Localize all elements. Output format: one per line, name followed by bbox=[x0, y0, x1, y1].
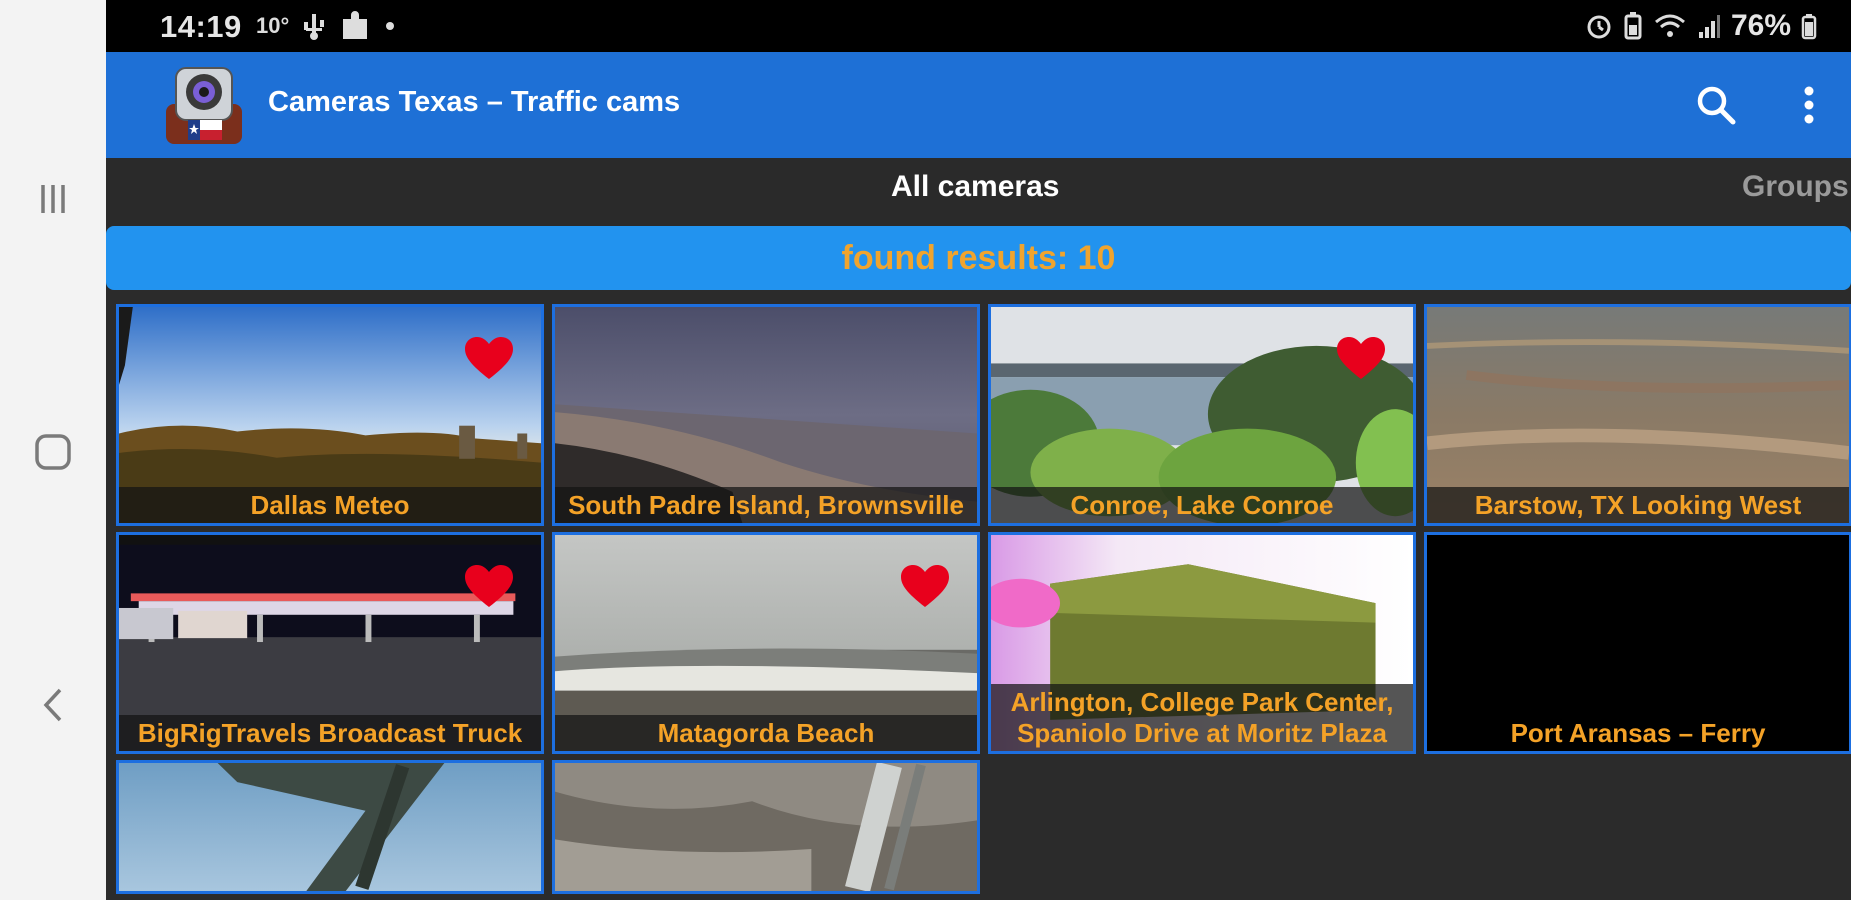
tab-groups[interactable]: Groups bbox=[1742, 170, 1849, 204]
battery-percent: 76% bbox=[1730, 9, 1791, 42]
search-icon bbox=[1697, 86, 1736, 125]
camera-label: BigRigTravels Broadcast Truck bbox=[119, 715, 541, 751]
camera-label: Arlington, College Park Center, Spaniolo… bbox=[991, 684, 1413, 751]
phone-screen: 14:19 10° 76% Cameras Texas – Traffic ca… bbox=[106, 0, 1851, 900]
camera-tile-9[interactable] bbox=[116, 760, 544, 894]
results-bar: found results: 10 bbox=[106, 226, 1851, 290]
camera-label: Port Aransas – Ferry bbox=[1510, 718, 1766, 748]
app-bar: Cameras Texas – Traffic cams bbox=[106, 52, 1851, 158]
system-navigation-bar bbox=[0, 0, 106, 900]
battery-saver-icon bbox=[1624, 12, 1642, 40]
status-left-icons: 10° bbox=[256, 10, 395, 42]
camera-label: South Padre Island, Brownsville bbox=[555, 487, 977, 523]
camera-tile-bigrigtravels[interactable]: BigRigTravels Broadcast Truck bbox=[116, 532, 544, 754]
favorite-heart-icon[interactable] bbox=[1337, 337, 1385, 381]
status-bar: 14:19 10° 76% bbox=[106, 0, 1851, 52]
camera-tile-matagorda-beach[interactable]: Matagorda Beach bbox=[552, 532, 980, 754]
usb-icon bbox=[304, 14, 325, 40]
home-icon[interactable] bbox=[28, 427, 78, 477]
tab-bar: All cameras Groups bbox=[106, 158, 1851, 226]
camera-tile-arlington[interactable]: Arlington, College Park Center, Spaniolo… bbox=[988, 532, 1416, 754]
search-button[interactable] bbox=[1688, 77, 1744, 133]
camera-label: Barstow, TX Looking West bbox=[1427, 487, 1849, 523]
favorite-heart-icon[interactable] bbox=[901, 565, 949, 609]
status-temperature: 10° bbox=[256, 13, 290, 38]
camera-tile-south-padre-island[interactable]: South Padre Island, Brownsville bbox=[552, 304, 980, 526]
back-icon[interactable] bbox=[28, 680, 78, 730]
battery-icon bbox=[1801, 14, 1817, 40]
recent-apps-icon[interactable] bbox=[28, 174, 78, 224]
camera-label: Conroe, Lake Conroe bbox=[991, 487, 1413, 523]
camera-tile-10[interactable] bbox=[552, 760, 980, 894]
camera-thumbnail bbox=[119, 763, 541, 891]
tab-all-cameras[interactable]: All cameras bbox=[891, 170, 1059, 204]
puzzle-icon bbox=[343, 11, 368, 39]
dot-icon bbox=[386, 22, 395, 30]
wifi-icon bbox=[1654, 14, 1685, 37]
camera-tile-barstow[interactable]: Barstow, TX Looking West bbox=[1424, 304, 1851, 526]
alarm-icon bbox=[1587, 15, 1611, 39]
more-vert-icon bbox=[1804, 86, 1814, 124]
favorite-heart-icon[interactable] bbox=[465, 337, 513, 381]
status-right-icons: 76% bbox=[1585, 9, 1817, 42]
overflow-menu-button[interactable] bbox=[1781, 77, 1837, 133]
signal-icon bbox=[1698, 15, 1720, 38]
camera-thumbnail bbox=[555, 763, 977, 891]
favorite-heart-icon[interactable] bbox=[465, 565, 513, 609]
app-title: Cameras Texas – Traffic cams bbox=[268, 86, 681, 118]
camera-label: Matagorda Beach bbox=[555, 715, 977, 751]
status-time: 14:19 bbox=[160, 9, 242, 44]
camera-logo-icon[interactable] bbox=[164, 64, 244, 146]
camera-label: Dallas Meteo bbox=[119, 487, 541, 523]
camera-tile-dallas-meteo[interactable]: Dallas Meteo bbox=[116, 304, 544, 526]
results-count: found results: 10 bbox=[841, 239, 1116, 277]
camera-tile-port-aransas[interactable]: Port Aransas – Ferry bbox=[1424, 532, 1851, 754]
camera-tile-conroe-lake-conroe[interactable]: Conroe, Lake Conroe bbox=[988, 304, 1416, 526]
